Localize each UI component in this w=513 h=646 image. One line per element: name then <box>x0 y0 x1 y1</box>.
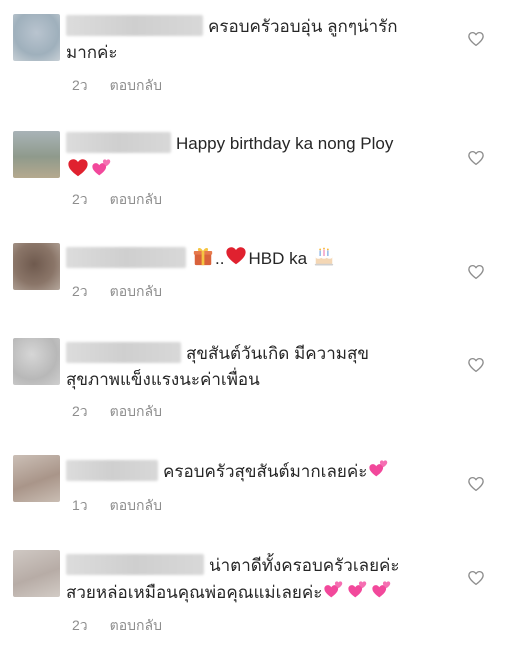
avatar[interactable] <box>13 338 60 385</box>
comment-time: 2ว <box>72 77 88 93</box>
comment-text-line: HBD ka <box>248 249 308 268</box>
heart-outline-icon[interactable] <box>467 149 485 167</box>
reply-button[interactable]: ตอบกลับ <box>110 283 162 299</box>
comment-text: ครอบครัวอบอุ่น ลูกๆน่ารัก มากค่ะ <box>66 14 456 66</box>
heart-outline-icon[interactable] <box>467 356 485 374</box>
username-blurred[interactable] <box>66 460 158 481</box>
heart-outline-icon[interactable] <box>467 263 485 281</box>
comment-text: สุขสันต์วันเกิด มีความสุข สุขภาพแข็งแรงน… <box>66 341 456 393</box>
comment-meta: 1ว ตอบกลับ <box>72 496 162 514</box>
comment-time: 2ว <box>72 283 88 299</box>
red-heart-emoji <box>67 157 89 179</box>
comment-text-line: น่าตาดีทั้งครอบครัวเลยค่ะ <box>209 556 400 575</box>
comment-text-line: Happy birthday ka nong Ploy <box>176 134 394 153</box>
username-blurred[interactable] <box>66 554 204 575</box>
comment-meta: 2ว ตอบกลับ <box>72 616 162 634</box>
comment-time: 2ว <box>72 191 88 207</box>
reply-button[interactable]: ตอบกลับ <box>110 403 162 419</box>
comment-text-line: สวยหล่อเหมือนคุณพ่อคุณแม่เลยค่ะ <box>66 583 323 602</box>
gift-emoji <box>192 245 214 267</box>
username-blurred[interactable] <box>66 132 171 153</box>
comment-time: 2ว <box>72 403 88 419</box>
two-hearts-emoji <box>371 579 393 601</box>
username-blurred[interactable] <box>66 342 181 363</box>
comment-time: 1ว <box>72 497 88 513</box>
comment-text: ครอบครัวสุขสันต์มากเลยค่ะ <box>66 458 456 485</box>
comment-time: 2ว <box>72 617 88 633</box>
comment-text-line: ครอบครัวสุขสันต์มากเลยค่ะ <box>163 462 368 481</box>
heart-outline-icon[interactable] <box>467 30 485 48</box>
comment-text: Happy birthday ka nong Ploy <box>66 131 456 184</box>
two-hearts-emoji <box>368 458 390 480</box>
reply-button[interactable]: ตอบกลับ <box>110 77 162 93</box>
avatar[interactable] <box>13 243 60 290</box>
comment-text: น่าตาดีทั้งครอบครัวเลยค่ะ สวยหล่อเหมือนค… <box>66 553 456 606</box>
avatar[interactable] <box>13 550 60 597</box>
two-hearts-emoji <box>323 579 345 601</box>
reply-button[interactable]: ตอบกลับ <box>110 191 162 207</box>
two-hearts-emoji <box>91 157 113 179</box>
comment-meta: 2ว ตอบกลับ <box>72 402 162 420</box>
comment-meta: 2ว ตอบกลับ <box>72 282 162 300</box>
heart-outline-icon[interactable] <box>467 569 485 587</box>
avatar[interactable] <box>13 131 60 178</box>
comment-text: .. HBD ka <box>66 245 456 272</box>
emoji-group <box>66 157 456 184</box>
reply-button[interactable]: ตอบกลับ <box>110 617 162 633</box>
comment-text-line: สุขภาพแข็งแรงนะค่าเพื่อน <box>66 370 260 389</box>
comment-meta: 2ว ตอบกลับ <box>72 76 162 94</box>
reply-button[interactable]: ตอบกลับ <box>110 497 162 513</box>
avatar[interactable] <box>13 14 60 61</box>
username-blurred[interactable] <box>66 247 186 268</box>
comment-meta: 2ว ตอบกลับ <box>72 190 162 208</box>
comment-text-line: .. <box>215 249 225 268</box>
comment-text-line: มากค่ะ <box>66 43 118 62</box>
red-heart-emoji <box>225 245 247 267</box>
avatar[interactable] <box>13 455 60 502</box>
username-blurred[interactable] <box>66 15 203 36</box>
heart-outline-icon[interactable] <box>467 475 485 493</box>
two-hearts-emoji <box>347 579 369 601</box>
comment-text-line2: สวยหล่อเหมือนคุณพ่อคุณแม่เลยค่ะ <box>66 579 456 606</box>
comment-text-line: ครอบครัวอบอุ่น ลูกๆน่ารัก <box>208 17 398 36</box>
birthday-cake-emoji <box>313 245 335 267</box>
comment-text-line: สุขสันต์วันเกิด มีความสุข <box>186 344 369 363</box>
